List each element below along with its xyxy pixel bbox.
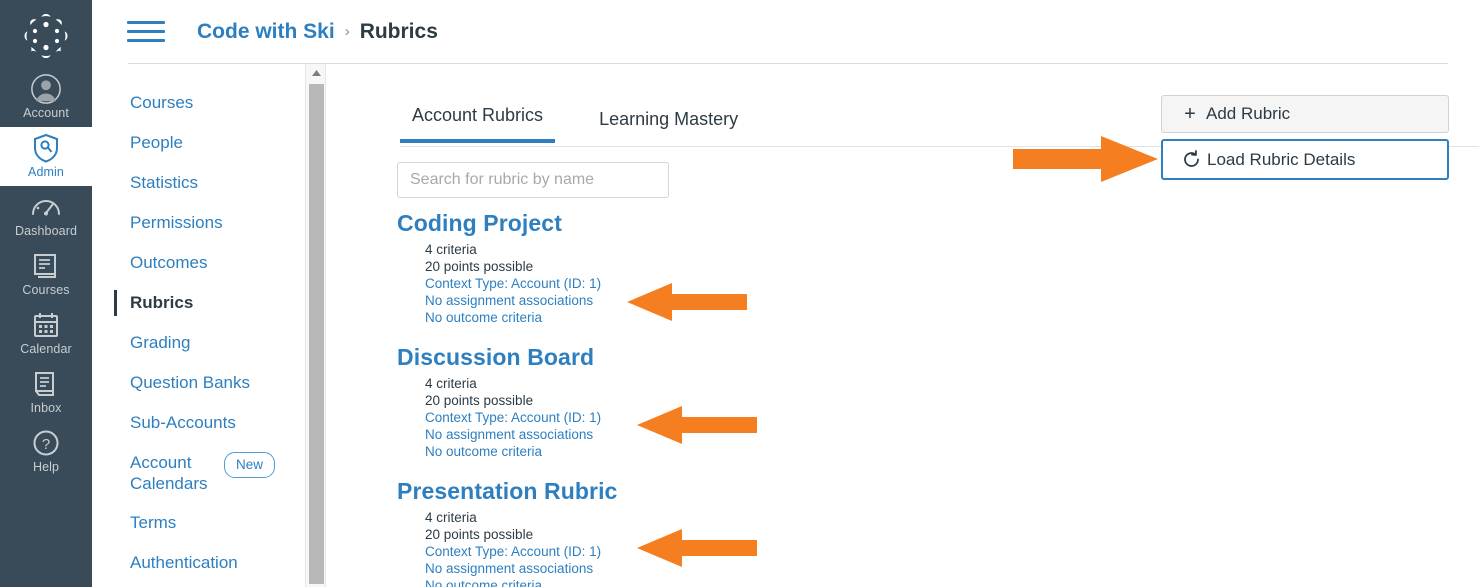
rubric-list: Coding Project 4 criteria 20 points poss… bbox=[397, 210, 1157, 587]
load-rubric-details-button[interactable]: Load Rubric Details bbox=[1161, 139, 1449, 180]
rubric-assignment-associations: No assignment associations bbox=[425, 293, 594, 308]
gauge-icon bbox=[30, 192, 62, 222]
rubric-criteria-count: 4 criteria bbox=[425, 242, 477, 257]
global-nav-item-calendar[interactable]: Calendar bbox=[0, 304, 92, 363]
hamburger-line bbox=[127, 30, 165, 33]
rubric-criteria-count: 4 criteria bbox=[425, 510, 477, 525]
sidebar-item-question-banks[interactable]: Question Banks bbox=[92, 372, 305, 394]
add-rubric-button[interactable]: + Add Rubric bbox=[1161, 95, 1449, 133]
global-nav-label-courses: Courses bbox=[22, 283, 70, 297]
global-nav-label-help: Help bbox=[32, 460, 60, 474]
load-rubric-details-button-label: Load Rubric Details bbox=[1207, 149, 1356, 169]
global-nav-label-admin: Admin bbox=[28, 165, 64, 179]
rubric-meta: 4 criteria 20 points possible Context Ty… bbox=[397, 509, 1157, 587]
global-nav-item-help[interactable]: ? Help bbox=[0, 422, 92, 481]
inbox-tray-icon bbox=[30, 369, 62, 399]
breadcrumb-link-account[interactable]: Code with Ski bbox=[197, 20, 335, 44]
svg-text:?: ? bbox=[42, 436, 50, 453]
global-nav-item-courses[interactable]: Courses bbox=[0, 245, 92, 304]
rubric-list-item: Discussion Board 4 criteria 20 points po… bbox=[397, 344, 1157, 460]
global-nav-label-account: Account bbox=[23, 106, 69, 120]
global-nav-item-inbox[interactable]: Inbox bbox=[0, 363, 92, 422]
rubric-context-type: Context Type: Account (ID: 1) bbox=[425, 410, 602, 425]
rubric-points-possible: 20 points possible bbox=[425, 527, 534, 542]
breadcrumb: Code with Ski › Rubrics bbox=[197, 20, 438, 44]
book-icon bbox=[30, 251, 62, 281]
add-rubric-button-label: Add Rubric bbox=[1206, 104, 1291, 123]
sidebar-item-authentication[interactable]: Authentication bbox=[92, 552, 305, 574]
rubric-context-type: Context Type: Account (ID: 1) bbox=[425, 544, 602, 559]
global-nav-label-calendar: Calendar bbox=[20, 342, 72, 356]
breadcrumb-current-rubrics: Rubrics bbox=[359, 19, 438, 43]
account-navigation: Courses People Statistics Permissions Ou… bbox=[92, 64, 305, 587]
rubric-list-item: Coding Project 4 criteria 20 points poss… bbox=[397, 210, 1157, 326]
scroll-up-arrow-icon[interactable] bbox=[306, 64, 326, 82]
refresh-icon bbox=[1181, 150, 1201, 170]
sidebar-scrollbar[interactable] bbox=[305, 64, 325, 587]
sidebar-item-grading[interactable]: Grading bbox=[92, 332, 305, 354]
global-nav-item-dashboard[interactable]: Dashboard bbox=[0, 186, 92, 245]
calendar-icon bbox=[30, 310, 62, 340]
global-navigation-rail: Account Admin Dashboard Courses Calendar… bbox=[0, 0, 92, 587]
rubric-context-type: Context Type: Account (ID: 1) bbox=[425, 276, 602, 291]
sidebar-item-account-calendars[interactable]: Account Calendars New bbox=[92, 452, 305, 494]
rubric-points-possible: 20 points possible bbox=[425, 393, 534, 408]
canvas-logo-icon bbox=[24, 14, 68, 58]
sidebar-item-sub-accounts[interactable]: Sub-Accounts bbox=[92, 412, 305, 434]
global-nav-label-dashboard: Dashboard bbox=[14, 224, 78, 238]
rubrics-content: Account Rubrics Learning Mastery + Add R… bbox=[326, 64, 1479, 587]
shield-key-icon bbox=[30, 133, 62, 163]
rubric-assignment-associations: No assignment associations bbox=[425, 427, 594, 442]
global-nav-item-account[interactable]: Account bbox=[0, 64, 92, 127]
scrollbar-thumb[interactable] bbox=[309, 84, 324, 584]
rubric-assignment-associations: No assignment associations bbox=[425, 561, 594, 576]
search-input[interactable] bbox=[397, 162, 669, 198]
sidebar-item-account-calendars-label: Account Calendars bbox=[130, 453, 208, 493]
sidebar-item-courses[interactable]: Courses bbox=[92, 92, 305, 114]
hamburger-line bbox=[127, 39, 165, 42]
sidebar-item-permissions[interactable]: Permissions bbox=[92, 212, 305, 234]
rubric-meta: 4 criteria 20 points possible Context Ty… bbox=[397, 375, 1157, 460]
question-circle-icon: ? bbox=[30, 428, 62, 458]
rubric-list-item: Presentation Rubric 4 criteria 20 points… bbox=[397, 478, 1157, 587]
canvas-rubrics-page: Account Admin Dashboard Courses Calendar… bbox=[0, 0, 1479, 587]
hamburger-line bbox=[127, 21, 165, 24]
sidebar-item-terms[interactable]: Terms bbox=[92, 512, 305, 534]
sidebar-item-outcomes[interactable]: Outcomes bbox=[92, 252, 305, 274]
canvas-logo[interactable] bbox=[18, 8, 74, 64]
rubric-meta: 4 criteria 20 points possible Context Ty… bbox=[397, 241, 1157, 326]
rubric-tabs: Account Rubrics Learning Mastery bbox=[400, 105, 750, 143]
global-nav-label-inbox: Inbox bbox=[30, 401, 62, 415]
rubric-outcome-criteria: No outcome criteria bbox=[425, 310, 543, 325]
sidebar-item-rubrics[interactable]: Rubrics bbox=[92, 290, 305, 316]
tab-learning-mastery[interactable]: Learning Mastery bbox=[587, 109, 750, 143]
sidebar-item-people[interactable]: People bbox=[92, 132, 305, 154]
hamburger-menu-icon[interactable] bbox=[127, 17, 165, 47]
rubric-title-discussion-board[interactable]: Discussion Board bbox=[397, 344, 594, 371]
global-nav-item-admin[interactable]: Admin bbox=[0, 127, 92, 186]
tab-account-rubrics[interactable]: Account Rubrics bbox=[400, 105, 556, 143]
rubric-title-presentation-rubric[interactable]: Presentation Rubric bbox=[397, 478, 617, 505]
rubric-criteria-count: 4 criteria bbox=[425, 376, 477, 391]
sidebar-item-statistics[interactable]: Statistics bbox=[92, 172, 305, 194]
breadcrumb-separator-icon: › bbox=[344, 23, 350, 40]
rubric-points-possible: 20 points possible bbox=[425, 259, 534, 274]
rubric-outcome-criteria: No outcome criteria bbox=[425, 444, 543, 459]
rubric-title-coding-project[interactable]: Coding Project bbox=[397, 210, 562, 237]
rubric-outcome-criteria: No outcome criteria bbox=[425, 578, 543, 587]
new-badge: New bbox=[224, 452, 276, 478]
page-header: Code with Ski › Rubrics bbox=[92, 0, 1479, 63]
plus-icon: + bbox=[1184, 103, 1196, 125]
user-avatar-icon bbox=[30, 74, 62, 104]
